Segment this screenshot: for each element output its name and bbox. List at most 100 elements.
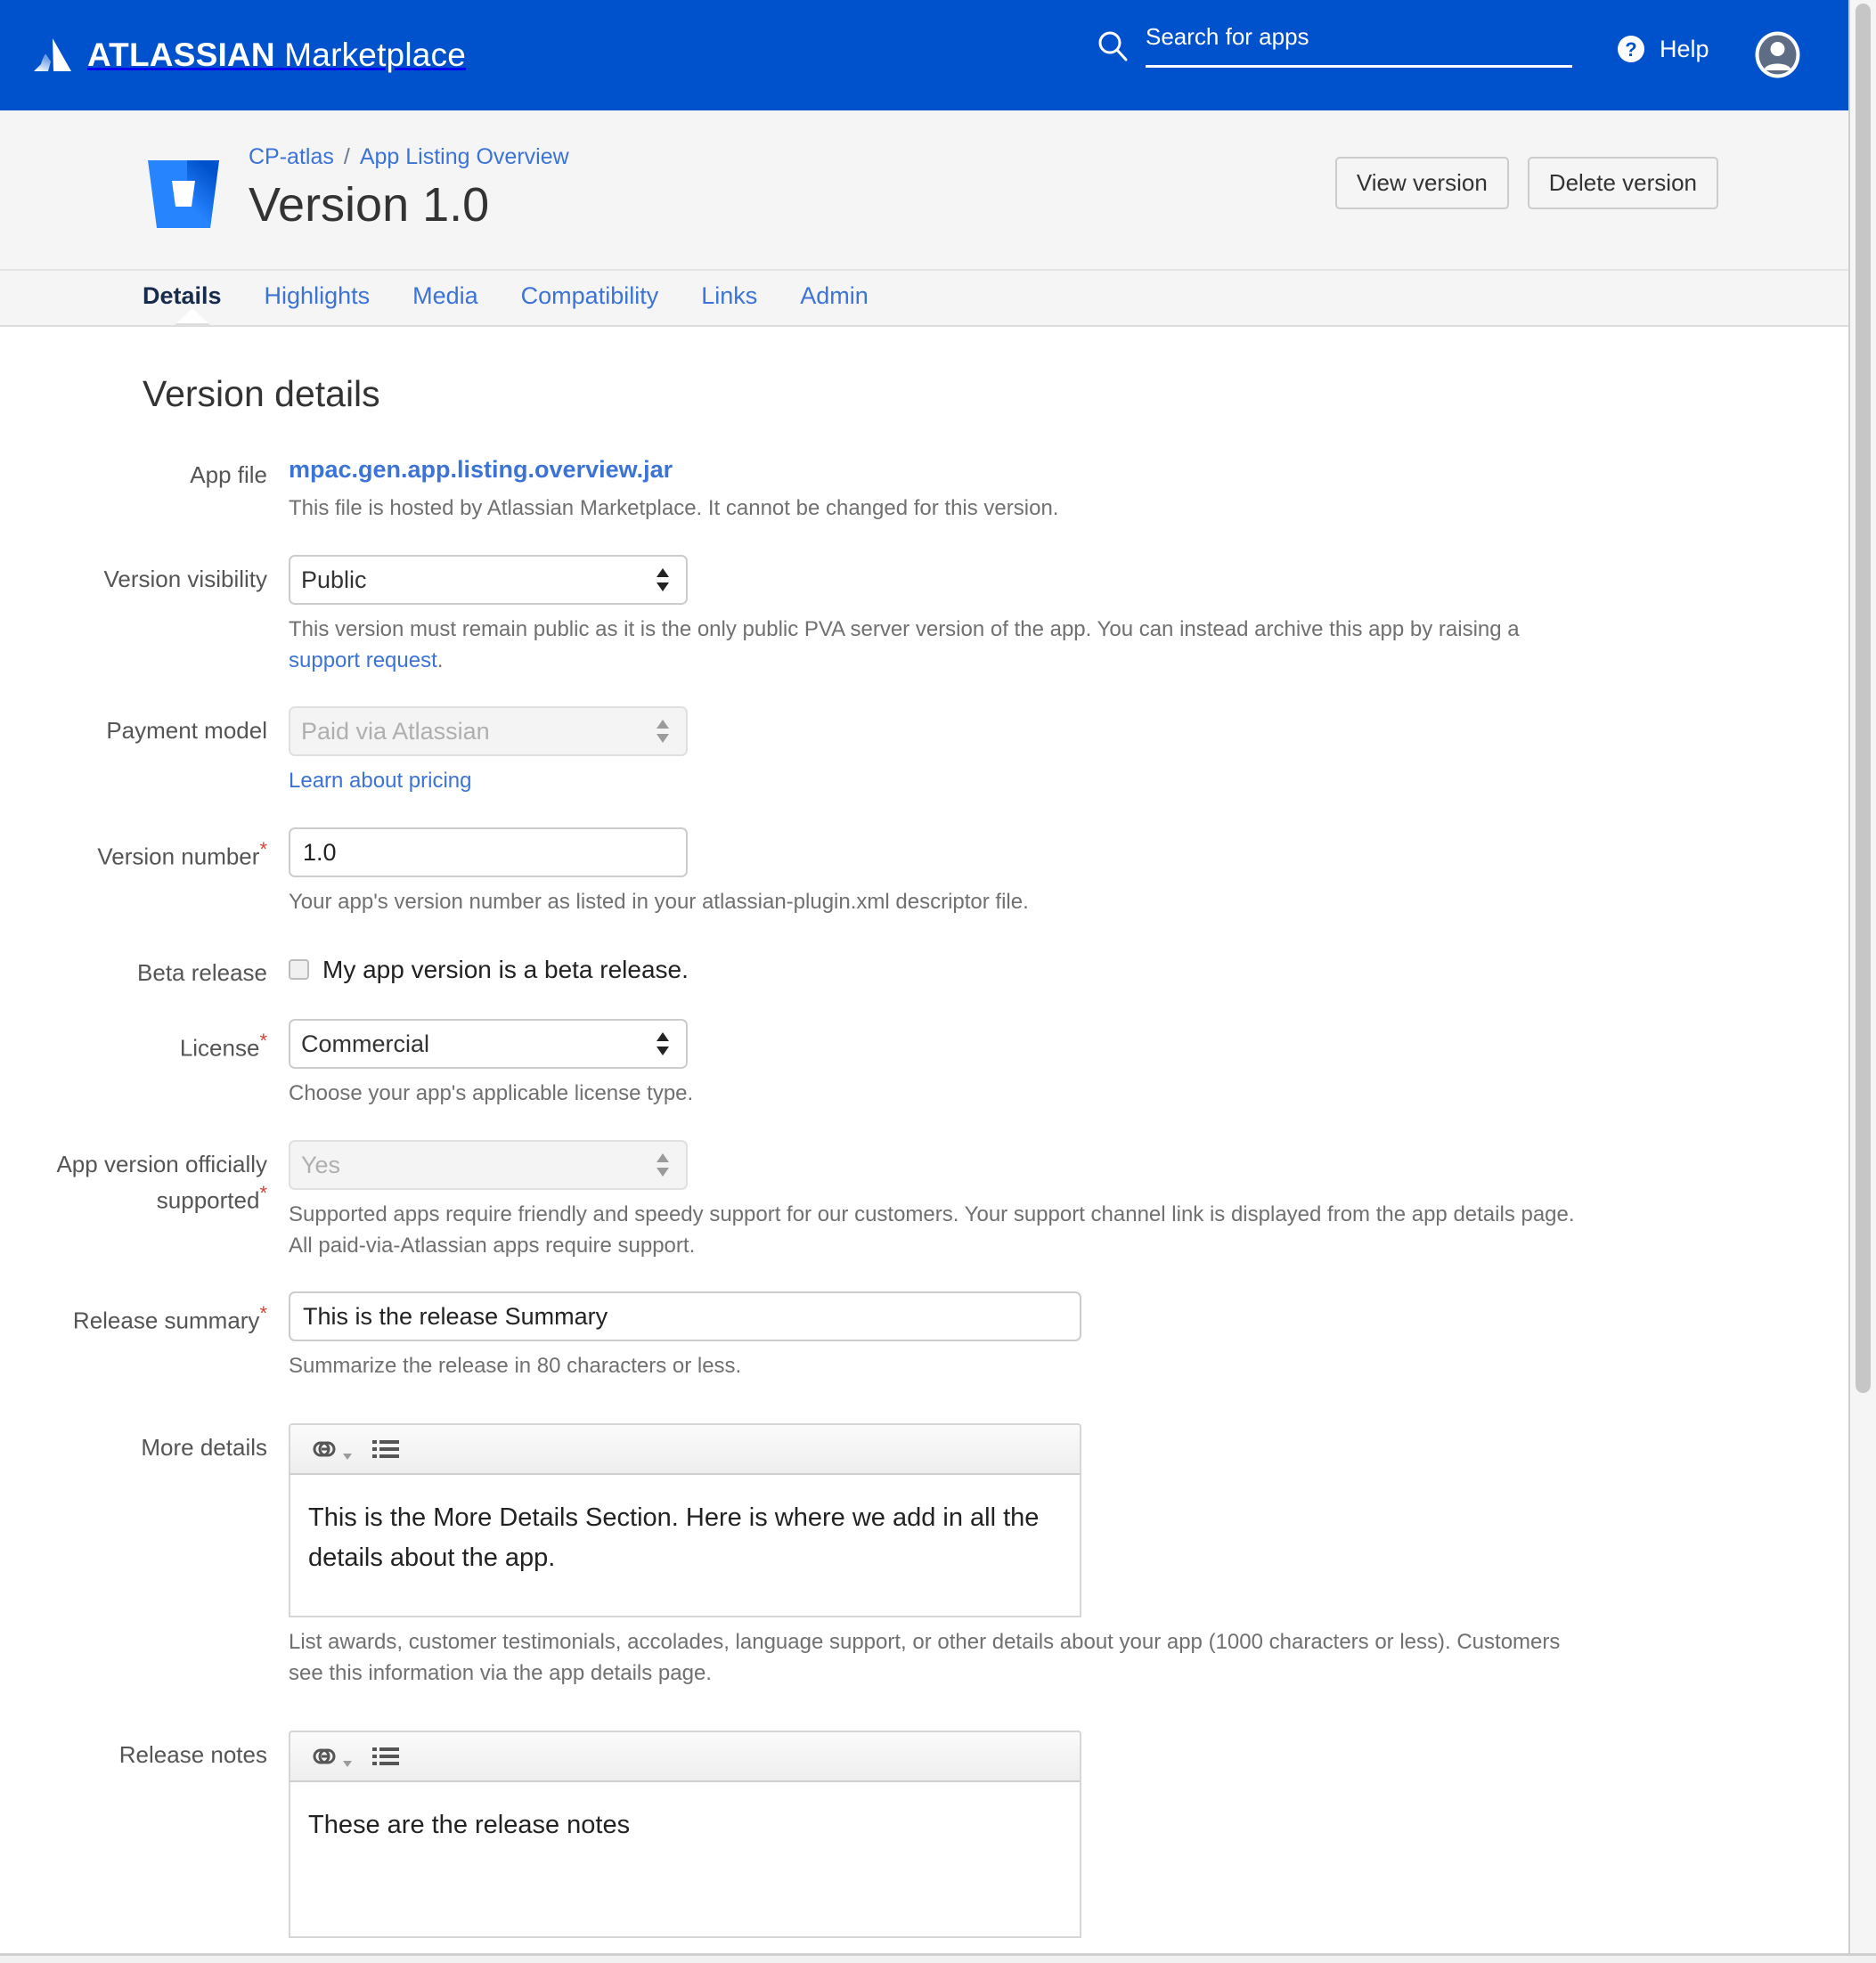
release-notes-editor: These are the release notes [289,1730,1081,1938]
tab-admin[interactable]: Admin [779,271,890,310]
breadcrumb-current-link[interactable]: App Listing Overview [360,146,569,168]
beta-release-checkbox-label: My app version is a beta release. [322,955,689,983]
brand-bold: ATLASSIAN [87,37,275,73]
horizontal-scrollbar-track[interactable] [0,1953,1876,1963]
version-visibility-help: This version must remain public as it is… [289,615,1589,677]
tab-compatibility[interactable]: Compatibility [500,271,681,310]
page-header-actions: View version Delete version [1334,157,1718,209]
license-select[interactable]: Commercial [289,1019,688,1070]
release-summary-help: Summarize the release in 80 characters o… [289,1354,742,1379]
browser-viewport: ATLASSIAN Marketplace ? Help [0,0,1876,1963]
user-avatar-icon[interactable] [1753,30,1802,79]
search-container [1096,23,1572,68]
app-logo-icon [148,160,219,228]
breadcrumb-separator: / [343,144,350,169]
required-marker: * [259,838,267,861]
field-app-file-label: App file [190,461,267,488]
required-marker: * [259,1181,267,1204]
version-number-input[interactable] [289,827,688,878]
more-details-toolbar [289,1423,1081,1476]
link-icon[interactable] [310,1438,353,1461]
release-summary-input[interactable] [289,1291,1081,1342]
release-notes-toolbar [289,1730,1081,1782]
field-app-file: App file mpac.gen.app.listing.overview.j… [0,451,1848,525]
tab-media[interactable]: Media [391,271,500,310]
breadcrumb-parent-link[interactable]: CP-atlas [249,146,334,168]
license-label-text: License [179,1034,260,1062]
bullet-list-icon[interactable] [372,1438,399,1460]
brand-light: Marketplace [284,37,466,73]
help-label: Help [1660,35,1709,62]
field-officially-supported-label: App version officially supported* [36,1140,267,1217]
field-payment-model-label: Payment model [106,717,267,745]
version-details-form: App file mpac.gen.app.listing.overview.j… [0,451,1848,1953]
version-visibility-select-wrap: Public [289,554,688,605]
field-officially-supported: App version officially supported* Yes Su… [0,1139,1848,1262]
svg-text:?: ? [1625,38,1636,61]
more-details-help: List awards, customer testimonials, acco… [289,1630,1561,1686]
field-release-summary-label: Release summary* [36,1291,267,1337]
chevron-down-icon [343,1454,352,1461]
link-icon[interactable] [310,1745,353,1768]
main-content: Version details App file mpac.gen.app.li… [0,373,1848,1953]
required-marker: * [259,1030,267,1053]
field-release-notes: Release notes These are the release note… [0,1730,1848,1953]
officially-supported-select-wrap: Yes [289,1139,688,1190]
beta-release-checkbox-row: My app version is a beta release. [289,949,1848,984]
payment-model-help: Learn about pricing [289,766,1589,797]
help-link[interactable]: ? Help [1614,32,1709,66]
view-version-button[interactable]: View version [1334,157,1509,209]
support-request-link[interactable]: support request [289,648,437,672]
field-beta-release-label: Beta release [137,958,267,986]
vertical-scrollbar[interactable] [1848,0,1876,1953]
payment-model-select: Paid via Atlassian [289,706,688,757]
version-number-help: Your app's version number as listed in y… [289,890,1029,915]
top-navigation-bar: ATLASSIAN Marketplace ? Help [0,0,1848,110]
payment-model-select-wrap: Paid via Atlassian [289,706,688,757]
help-circle-icon: ? [1618,36,1644,62]
version-visibility-help-before: This version must remain public as it is… [289,616,1520,641]
delete-version-button[interactable]: Delete version [1527,157,1718,209]
license-select-wrap: Commercial [289,1019,688,1070]
section-title: Version details [143,373,380,414]
field-more-details: More details This is the More Details Se… [0,1423,1848,1690]
officially-supported-label-text: App version officially supported [56,1150,267,1214]
tab-highlights[interactable]: Highlights [243,271,392,310]
vertical-scrollbar-thumb[interactable] [1856,4,1871,1393]
version-number-label-text: Version number [97,843,260,870]
learn-about-pricing-link[interactable]: Learn about pricing [289,769,471,793]
more-details-textarea[interactable]: This is the More Details Section. Here i… [289,1475,1081,1618]
bullet-list-icon[interactable] [372,1746,399,1767]
page-root: ATLASSIAN Marketplace ? Help [0,0,1848,1953]
field-version-number-label: Version number* [36,827,267,873]
version-visibility-select[interactable]: Public [289,554,688,605]
field-release-notes-label: Release notes [118,1740,267,1768]
field-more-details-label: More details [141,1434,267,1462]
field-version-number: Version number* Your app's version numbe… [0,827,1848,918]
field-license-label: License* [36,1019,267,1064]
tab-links[interactable]: Links [680,271,779,310]
breadcrumb: CP-atlas / App Listing Overview [249,141,569,168]
search-input[interactable] [1146,23,1572,68]
tab-details[interactable]: Details [143,271,243,325]
chevron-down-icon [343,1760,352,1767]
version-visibility-help-after: . [436,648,444,672]
officially-supported-select: Yes [289,1139,688,1190]
field-release-summary: Release summary* Summarize the release i… [0,1291,1848,1382]
license-help: Choose your app's applicable license typ… [289,1081,694,1106]
search-icon[interactable] [1096,29,1130,62]
officially-supported-help: Supported apps require friendly and spee… [289,1201,1575,1258]
beta-release-checkbox[interactable] [289,959,309,981]
release-summary-label-text: Release summary [72,1307,260,1335]
brand-text: ATLASSIAN Marketplace [87,37,466,74]
atlassian-logo-icon [34,38,71,71]
app-file-link[interactable]: mpac.gen.app.listing.overview.jar [289,451,673,484]
required-marker: * [259,1302,267,1325]
field-version-visibility: Version visibility Public This version m… [0,554,1848,677]
page-header: CP-atlas / App Listing Overview Version … [0,110,1848,271]
atlassian-marketplace-logo-link[interactable]: ATLASSIAN Marketplace [32,35,466,76]
more-details-editor: This is the More Details Section. Here i… [289,1423,1081,1618]
release-notes-textarea[interactable]: These are the release notes [289,1781,1081,1938]
field-beta-release: Beta release My app version is a beta re… [0,949,1848,989]
field-version-visibility-label: Version visibility [103,565,267,592]
